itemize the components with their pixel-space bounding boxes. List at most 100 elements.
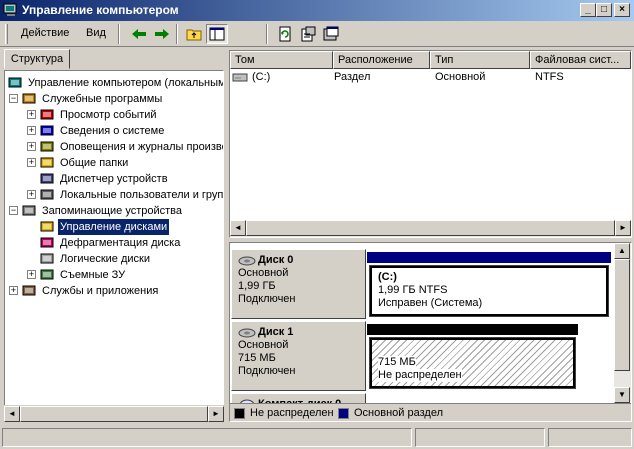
tree-item[interactable]: − Запоминающие устройства xyxy=(5,203,223,219)
collapse-icon[interactable]: − xyxy=(9,94,18,103)
disk-0-info[interactable]: Диск 0 Основной 1,99 ГБ Подключен xyxy=(231,249,366,319)
up-level-button[interactable] xyxy=(183,24,205,44)
disk-size: 715 МБ xyxy=(238,352,276,364)
tree-item[interactable]: Логические диски xyxy=(5,251,223,267)
partition-detail: 1,99 ГБ NTFS xyxy=(378,284,448,296)
disk-size: 1,99 ГБ xyxy=(238,280,276,292)
title-bar[interactable]: Управление компьютером _ □ × xyxy=(0,0,634,21)
tree-item-label: Дефрагментация диска xyxy=(60,237,181,249)
column-header-layout[interactable]: Расположение xyxy=(333,51,430,69)
maximize-button[interactable]: □ xyxy=(596,3,612,17)
tree-item[interactable]: + Локальные пользователи и группы xyxy=(5,187,223,203)
tab-structure[interactable]: Структура xyxy=(4,49,70,69)
tree-item-label: Сведения о системе xyxy=(60,125,165,137)
table-row[interactable]: (C:) Раздел Основной NTFS xyxy=(230,70,631,86)
window-title: Управление компьютером xyxy=(22,3,179,17)
tree-item-label: Логические диски xyxy=(60,253,150,265)
forward-button[interactable] xyxy=(151,24,173,44)
folder-up-icon xyxy=(186,29,202,41)
expand-icon[interactable]: + xyxy=(27,110,36,119)
scroll-left-button[interactable]: ◄ xyxy=(230,220,246,236)
expand-icon[interactable]: + xyxy=(27,126,36,135)
tree-item-label: Локальные пользователи и группы xyxy=(60,189,224,201)
expand-icon[interactable]: + xyxy=(27,158,36,167)
tree-item[interactable]: Диспетчер устройств xyxy=(5,171,223,187)
forward-arrow-icon xyxy=(155,29,169,39)
expand-icon[interactable]: + xyxy=(27,190,36,199)
collapse-icon[interactable]: − xyxy=(9,206,18,215)
scroll-right-button[interactable]: ► xyxy=(615,220,631,236)
tree-item-label: Службы и приложения xyxy=(42,285,159,297)
column-header-type[interactable]: Тип xyxy=(430,51,530,69)
tree-item[interactable]: Управление компьютером (локальным) xyxy=(5,75,223,91)
tree-item[interactable]: − Служебные программы xyxy=(5,91,223,107)
minimize-button[interactable]: _ xyxy=(580,3,596,17)
expand-icon[interactable]: + xyxy=(9,286,18,295)
services-icon xyxy=(21,284,37,298)
tree-pane-icon xyxy=(209,27,225,41)
tree-item[interactable]: + Просмотр событий xyxy=(5,107,223,123)
scroll-left-button[interactable]: ◄ xyxy=(4,406,20,422)
status-bar xyxy=(0,426,634,449)
tree-item[interactable]: + Съемные ЗУ xyxy=(5,267,223,283)
column-header-volume[interactable]: Том xyxy=(230,51,333,69)
primary-partition-bar xyxy=(367,252,611,263)
scroll-down-button[interactable]: ▼ xyxy=(614,387,630,403)
cell-type: Основной xyxy=(435,71,486,83)
toolbar-grip xyxy=(5,24,8,44)
disk-status: Подключен xyxy=(238,365,296,377)
close-button[interactable]: × xyxy=(614,3,630,17)
help-button[interactable] xyxy=(320,24,342,44)
expand-icon[interactable]: + xyxy=(27,270,36,279)
refresh-button[interactable] xyxy=(274,24,296,44)
removable-storage-icon xyxy=(39,268,55,282)
legend-unallocated: Не распределен xyxy=(250,407,334,419)
legend-swatch-primary xyxy=(338,408,349,419)
status-pane-2 xyxy=(415,428,545,447)
scroll-right-button[interactable]: ► xyxy=(208,406,224,422)
expand-icon[interactable]: + xyxy=(27,142,36,151)
tree-pane[interactable]: Управление компьютером (локальным) − Служе… xyxy=(4,70,224,422)
list-horizontal-scrollbar[interactable]: ◄ ► xyxy=(230,220,631,237)
cell-filesystem: NTFS xyxy=(535,71,564,83)
disk-1-info[interactable]: Диск 1 Основной 715 МБ Подключен xyxy=(231,321,366,391)
graph-vertical-scrollbar[interactable]: ▲ ▼ xyxy=(614,243,631,403)
scroll-up-button[interactable]: ▲ xyxy=(614,243,630,259)
tree-item-label: Общие папки xyxy=(60,157,129,169)
legend-swatch-unallocated xyxy=(234,408,245,419)
properties-icon xyxy=(301,26,316,42)
volume-list[interactable]: Том Расположение Тип Файловая сист... (C… xyxy=(229,50,632,238)
disk-graphical-view[interactable]: Диск 0 Основной 1,99 ГБ Подключен (C:) 1… xyxy=(229,242,632,422)
unallocated-space[interactable]: 715 МБ Не распределен xyxy=(369,337,576,389)
disk-name: Диск 1 xyxy=(258,326,294,338)
show-hide-tree-button[interactable] xyxy=(206,24,228,44)
tree-item-label: Управление дисками xyxy=(58,219,170,235)
tree-item[interactable]: + Службы и приложения xyxy=(5,283,223,299)
tree-item[interactable]: Управление дисками xyxy=(5,219,223,235)
tree-item-label: Управление компьютером (локальным) xyxy=(28,77,224,89)
column-header-filesystem[interactable]: Файловая сист... xyxy=(530,51,631,69)
hard-disk-icon xyxy=(238,328,256,337)
menu-action[interactable]: Действие xyxy=(21,27,69,39)
tree-item[interactable]: Дефрагментация диска xyxy=(5,235,223,251)
tree-horizontal-scrollbar[interactable]: ◄ ► xyxy=(4,405,224,422)
disk-0-partitions: (C:) 1,99 ГБ NTFS Исправен (Система) xyxy=(367,249,614,319)
performance-logs-icon xyxy=(39,140,55,154)
scroll-thumb[interactable] xyxy=(614,259,630,371)
properties-button[interactable] xyxy=(297,24,319,44)
tree-item-label: Служебные программы xyxy=(42,93,163,105)
scroll-thumb[interactable] xyxy=(20,406,208,422)
disk-type: Основной xyxy=(238,267,289,279)
tools-icon xyxy=(21,92,37,106)
tree-item[interactable]: + Общие папки xyxy=(5,155,223,171)
scroll-thumb[interactable] xyxy=(246,220,615,236)
tree-item[interactable]: + Сведения о системе xyxy=(5,123,223,139)
back-button[interactable] xyxy=(128,24,150,44)
status-pane-main xyxy=(2,428,412,447)
partition-c[interactable]: (C:) 1,99 ГБ NTFS Исправен (Система) xyxy=(369,265,609,317)
tree-item[interactable]: + Оповещения и журналы производительности xyxy=(5,139,223,155)
tree-item-label: Диспетчер устройств xyxy=(60,173,168,185)
partition-state: Не распределен xyxy=(378,369,462,382)
toolbar-separator xyxy=(118,24,120,44)
menu-view[interactable]: Вид xyxy=(86,27,106,39)
